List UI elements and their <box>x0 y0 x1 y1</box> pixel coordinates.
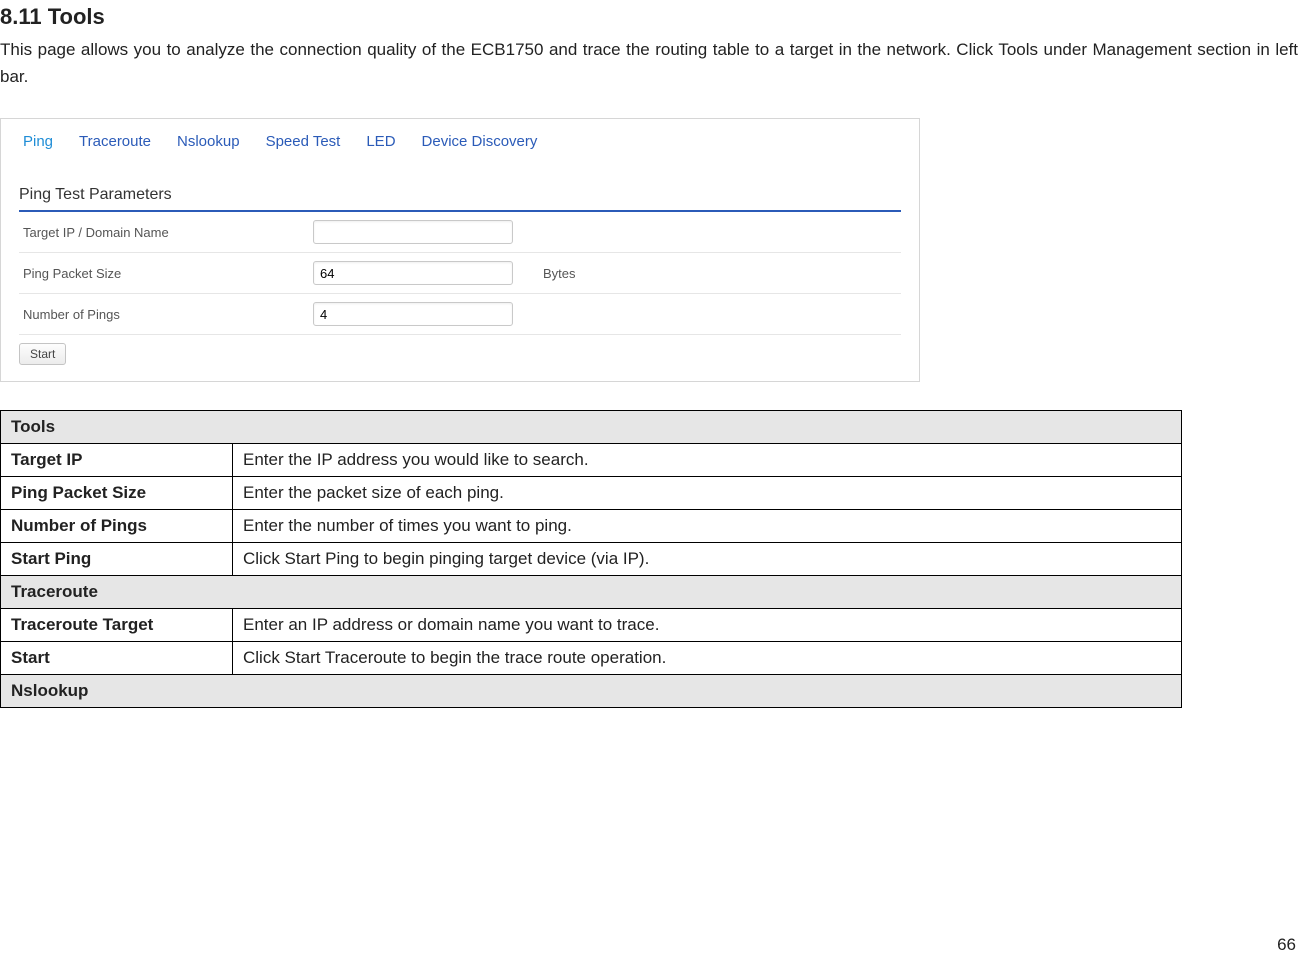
tools-header: Tools <box>1 411 1182 444</box>
tab-speed-test[interactable]: Speed Test <box>266 133 341 150</box>
tab-nslookup[interactable]: Nslookup <box>177 133 240 150</box>
ping-panel: Ping Traceroute Nslookup Speed Test LED … <box>0 118 920 382</box>
page-number: 66 <box>1277 935 1296 955</box>
target-ip-unit <box>539 212 901 253</box>
start-button[interactable]: Start <box>19 343 66 365</box>
ping-count-unit <box>539 294 901 335</box>
tab-traceroute[interactable]: Traceroute <box>79 133 151 150</box>
packet-size-label: Ping Packet Size <box>19 253 309 294</box>
row-count-label: Number of Pings <box>1 510 233 543</box>
row-packet-size-label: Ping Packet Size <box>1 477 233 510</box>
tab-device-discovery[interactable]: Device Discovery <box>422 133 538 150</box>
ping-count-label: Number of Pings <box>19 294 309 335</box>
row-count-desc: Enter the number of times you want to pi… <box>233 510 1182 543</box>
tab-ping[interactable]: Ping <box>23 133 53 150</box>
panel-heading: Ping Test Parameters <box>19 186 901 212</box>
packet-size-input[interactable] <box>313 261 513 285</box>
tool-tabs: Ping Traceroute Nslookup Speed Test LED … <box>19 133 901 150</box>
section-title: 8.11 Tools <box>0 4 1298 30</box>
intro-text: This page allows you to analyze the conn… <box>0 36 1298 90</box>
row-trtarget-desc: Enter an IP address or domain name you w… <box>233 609 1182 642</box>
row-target-ip-label: Target IP <box>1 444 233 477</box>
ping-count-input[interactable] <box>313 302 513 326</box>
row-start-ping-desc: Click Start Ping to begin pinging target… <box>233 543 1182 576</box>
row-start-ping-label: Start Ping <box>1 543 233 576</box>
tab-led[interactable]: LED <box>366 133 395 150</box>
nslookup-header: Nslookup <box>1 675 1182 708</box>
row-target-ip-desc: Enter the IP address you would like to s… <box>233 444 1182 477</box>
row-trstart-label: Start <box>1 642 233 675</box>
row-packet-size-desc: Enter the packet size of each ping. <box>233 477 1182 510</box>
description-table: Tools Target IP Enter the IP address you… <box>0 410 1182 708</box>
traceroute-header: Traceroute <box>1 576 1182 609</box>
row-trstart-desc: Click Start Traceroute to begin the trac… <box>233 642 1182 675</box>
target-ip-input[interactable] <box>313 220 513 244</box>
ping-form: Target IP / Domain Name Ping Packet Size… <box>19 212 901 335</box>
row-trtarget-label: Traceroute Target <box>1 609 233 642</box>
packet-size-unit: Bytes <box>539 253 901 294</box>
target-ip-label: Target IP / Domain Name <box>19 212 309 253</box>
